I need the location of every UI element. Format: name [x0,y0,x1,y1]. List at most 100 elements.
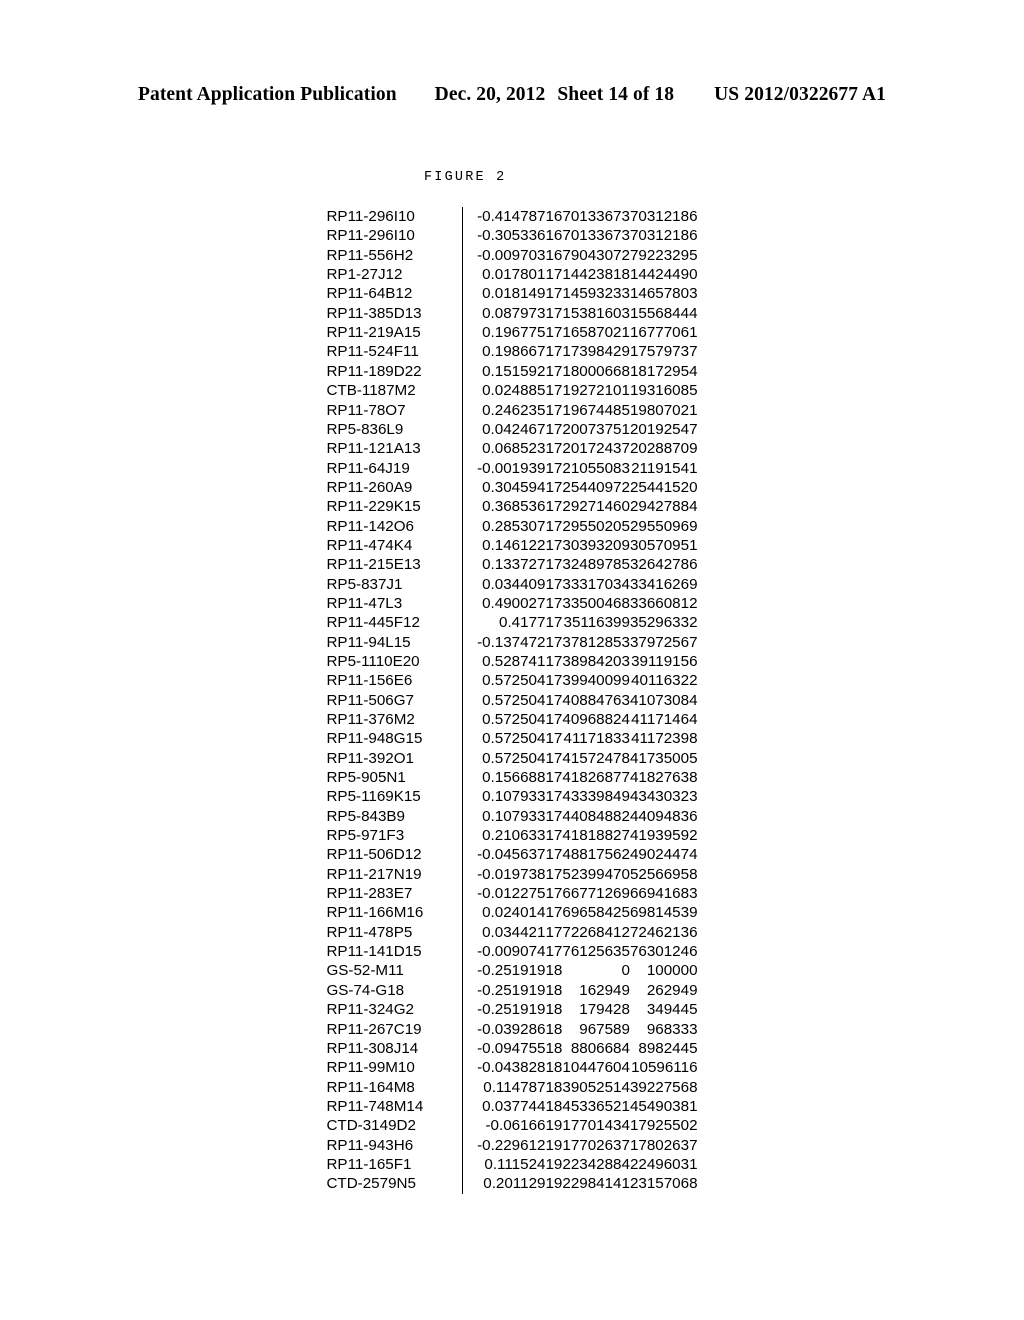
start-position-cell: 39052514 [562,1078,630,1096]
log-ratio-cell: -0.009074 [462,942,546,962]
start-position-cell: 48817562 [562,846,630,864]
end-position-cell: 21191541 [631,459,698,477]
log-ratio-cell: 0.042467 [462,419,546,440]
chromosome-cell: 19 [545,1117,563,1135]
clone-id-cell: RP11-142O6 [326,517,414,535]
clone-id-cell: RP5-905N1 [326,769,406,787]
start-position-cell: 16587021 [562,324,630,342]
clone-id-cell: RP11-948G15 [326,730,423,748]
table-row: RP11-47L3 0.490027 17 33500468 33660812 [326,593,698,614]
chromosome-cell: 18 [545,981,563,999]
log-ratio-cell: -0.414787 [462,207,546,227]
table-row: RP11-94L15 -0.137472 17 37812853 37972567 [326,632,698,652]
end-position-cell: 17802637 [629,1136,698,1154]
end-position-cell: 25441520 [629,478,698,496]
clone-id-cell: RP11-943H6 [326,1136,414,1154]
end-position-cell: 70312186 [629,227,698,245]
log-ratio-cell: 0.210633 [462,826,546,846]
clone-id-cell: RP11-385D13 [326,304,422,322]
end-position-cell: 43430323 [629,788,698,806]
clone-id-cell: RP11-229K15 [326,498,421,516]
end-position-cell: 79223295 [629,246,698,264]
table-row: RP11-296I10 -0.305336 16 70133673 70312186 [326,226,698,246]
clone-id-cell: RP11-296I10 [326,227,415,245]
clone-id-cell: RP11-47L3 [326,594,403,612]
clone-id-cell: GS-74-G18 [326,981,405,999]
clone-id-cell: RP11-99M10 [326,1059,415,1077]
end-position-cell: 45490381 [629,1097,698,1115]
log-ratio-cell: 0.572504 [462,748,546,768]
clone-id-cell: CTD-2579N5 [326,1175,416,1193]
table-row: RP11-445F12 0.4177 17 35116399 35296332 [326,613,698,633]
table-row: RP11-943H6 -0.229612 19 17702637 17802637 [326,1135,698,1155]
chromosome-cell: 17 [545,517,563,535]
log-ratio-cell: -0.251919 [462,961,546,981]
table-row: RP11-142O6 0.285307 17 29550205 29550969 [326,516,698,536]
clone-id-cell: RP11-78O7 [326,401,406,419]
chromosome-cell: 17 [545,536,563,554]
chromosome-cell: 17 [545,556,563,574]
end-position-cell: 16777061 [629,324,698,342]
table-row: RP11-267C19 -0.039286 18 967589 968333 [326,1019,698,1039]
clone-id-cell: RP5-836L9 [326,420,404,438]
publication-date: Dec. 20, 2012 [434,84,546,105]
start-position-cell: 17702637 [562,1136,630,1154]
table-row: RP11-166M16 0.024014 17 69658425 69814539 [326,903,698,923]
clone-id-cell: RP11-556H2 [326,246,414,264]
log-ratio-cell: 0.024014 [462,903,546,923]
end-position-cell: 66941683 [629,885,698,903]
table-row: RP11-748M14 0.037744 18 45336521 45490381 [326,1096,698,1117]
end-position-cell: 41939592 [629,827,698,845]
clone-id-cell: RP5-971F3 [326,827,405,845]
start-position-cell: 17701434 [562,1117,630,1135]
table-row: RP5-837J1 0.034409 17 33317034 33416269 [326,574,698,594]
table-row: GS-52-M11 -0.251919 18 0 100000 [326,961,698,981]
chromosome-cell: 17 [545,769,563,787]
table-row: RP11-156E6 0.572504 17 39940099 40116322 [326,671,698,691]
chromosome-cell: 17 [545,865,563,883]
publication-label: Patent Application Publication [137,84,397,105]
end-position-cell: 39119156 [631,652,698,670]
chromosome-cell: 18 [545,1078,563,1096]
clone-id-cell: RP5-1169K15 [326,788,421,806]
log-ratio-cell: 0.151592 [462,361,546,382]
table-row: RP5-843B9 0.107933 17 44084882 44094836 [326,806,698,826]
start-position-cell: 0 [621,962,630,980]
table-row: CTD-2579N5 0.201129 19 22984141 23157068 [326,1174,698,1194]
clone-id-cell: RP11-506G7 [326,691,414,709]
page-header: Patent Application Publication Dec. 20, … [0,84,1024,106]
end-position-cell: 49024474 [629,846,698,864]
log-ratio-cell: 0.018149 [462,284,546,304]
chromosome-cell: 17 [545,382,563,400]
start-position-cell: 33317034 [562,575,630,593]
start-position-cell: 33500468 [562,594,630,612]
chromosome-cell: 17 [545,401,563,419]
end-position-cell: 19807021 [629,401,698,419]
table-row: RP11-524F11 0.198667 17 17398429 17579737 [326,342,698,362]
log-ratio-cell: 0.111524 [462,1154,546,1175]
end-position-cell: 39227568 [629,1078,698,1096]
start-position-cell: 32489785 [562,556,630,574]
clone-id-cell: RP11-165F1 [326,1155,412,1173]
clone-id-cell: RP11-156E6 [326,672,413,690]
start-position-cell: 40968824 [562,711,630,728]
log-ratio-cell: 0.037744 [462,1096,546,1117]
log-ratio-cell: 0.572504 [462,709,546,730]
chromosome-cell: 17 [545,827,563,845]
start-position-cell: 162949 [579,981,630,999]
start-position-cell: 76125635 [562,943,630,961]
table-row: RP5-905N1 0.156688 17 41826877 41827638 [326,767,698,788]
start-position-cell: 70133673 [562,227,630,245]
log-ratio-cell: -0.251919 [462,980,546,1001]
clone-data-table: RP11-296I10 -0.414787 16 70133673 70312186 RP… [326,207,698,1194]
start-position-cell: 69658425 [562,904,630,922]
clone-id-cell: RP11-164M8 [326,1078,415,1096]
start-position-cell: 18000668 [562,362,630,380]
clone-id-cell: RP11-166M16 [326,904,424,922]
log-ratio-cell: 0.198667 [462,342,546,362]
start-position-cell: 10447604 [562,1059,630,1077]
clone-id-cell: RP11-506D12 [326,846,422,864]
end-position-cell: 18172954 [629,362,698,380]
clone-id-cell: RP5-1110E20 [326,652,420,670]
start-position-cell: 179428 [579,1001,630,1019]
